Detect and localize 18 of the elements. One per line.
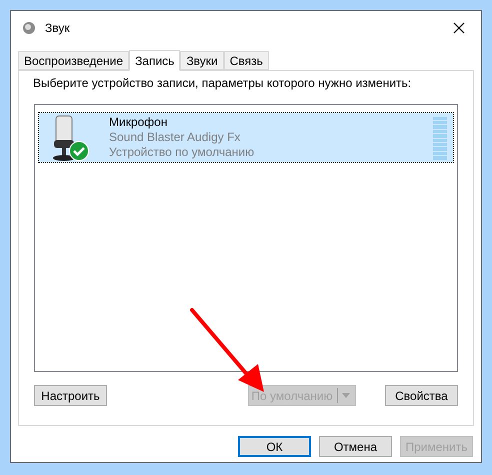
device-item[interactable]: Микрофон Sound Blaster Audigy Fx Устройство по умолчанию xyxy=(38,112,454,163)
device-status: Устройство по умолчанию xyxy=(109,145,254,160)
device-hardware: Sound Blaster Audigy Fx xyxy=(109,130,242,145)
instruction-text: Выберите устройство записи, параметры которого нужно изменить: xyxy=(33,75,412,92)
dialog-button[interactable]: Отмена xyxy=(319,436,392,457)
tab[interactable]: Запись xyxy=(129,50,180,71)
window-title: Звук xyxy=(45,20,70,37)
tab[interactable]: Связь xyxy=(224,51,269,70)
dialog-button[interactable]: Настроить xyxy=(34,385,107,406)
speaker-icon xyxy=(21,20,37,36)
tab[interactable]: Звуки xyxy=(180,51,224,70)
close-icon xyxy=(453,22,465,34)
tab[interactable]: Воспроизведение xyxy=(18,51,130,70)
device-name: Микрофон xyxy=(109,115,168,130)
dialog-button[interactable]: Свойства xyxy=(385,385,458,406)
caret-icon xyxy=(337,388,353,403)
level-meter xyxy=(433,116,447,160)
dialog-button[interactable]: ОК xyxy=(238,436,311,457)
